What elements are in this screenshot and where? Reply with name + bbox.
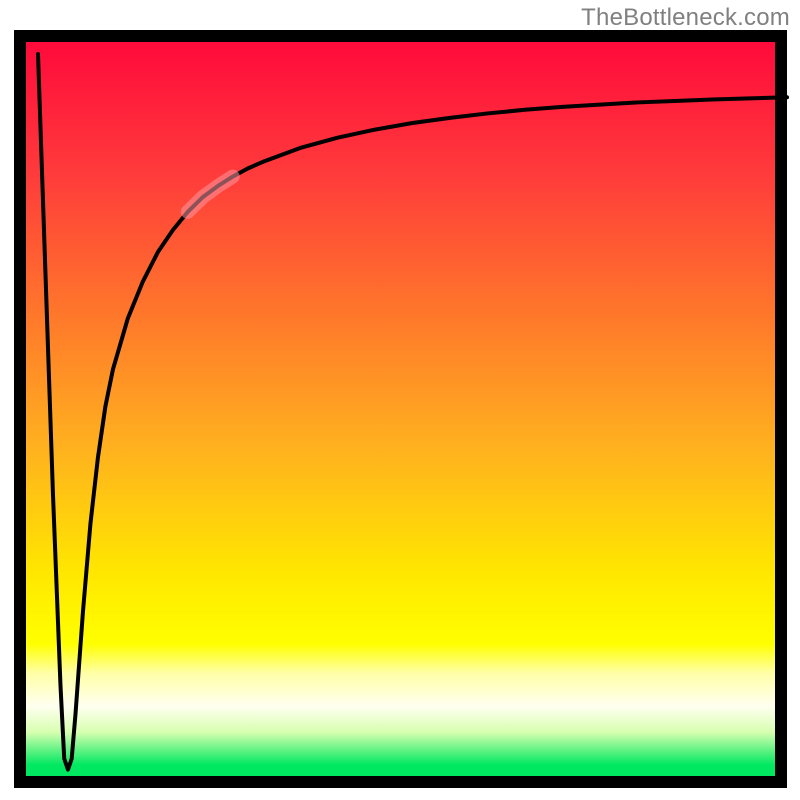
watermark-text: TheBottleneck.com xyxy=(581,4,790,32)
chart-stage: TheBottleneck.com xyxy=(0,0,800,800)
plot-frame xyxy=(14,30,787,788)
heat-gradient-background xyxy=(26,42,775,776)
